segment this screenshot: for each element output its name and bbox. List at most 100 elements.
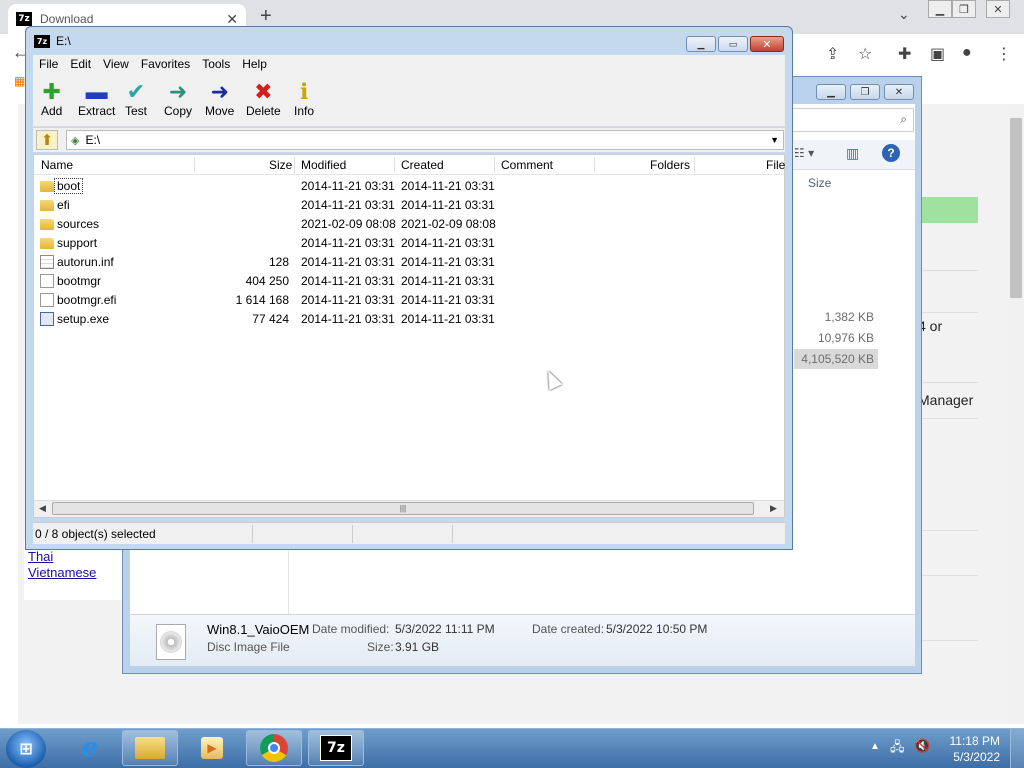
explorer-close-button[interactable]: ✕: [884, 84, 914, 100]
scroll-left-icon[interactable]: ◀: [39, 503, 46, 514]
file-name: sources: [57, 217, 100, 231]
divider: [922, 530, 978, 531]
start-button[interactable]: ⊞: [6, 730, 46, 768]
taskbar-chrome[interactable]: [246, 730, 302, 766]
column-separator[interactable]: [694, 157, 695, 173]
file-row-boot[interactable]: boot 2014-11-21 03:31 2014-11-21 03:31: [34, 177, 784, 196]
network-icon[interactable]: 🖧: [890, 738, 905, 760]
taskbar-internet-explorer[interactable]: e: [62, 730, 118, 766]
column-header-comment[interactable]: Comment: [501, 158, 553, 172]
volume-muted-icon[interactable]: 🔇: [914, 738, 930, 754]
move-button[interactable]: ➜ Move: [205, 80, 234, 119]
taskbar-file-explorer[interactable]: [122, 730, 178, 766]
menu-view[interactable]: View: [97, 55, 135, 75]
divider: [922, 418, 978, 419]
new-tab-button[interactable]: +: [260, 5, 272, 28]
add-button[interactable]: ✚ Add: [41, 79, 62, 119]
7zip-title-bar[interactable]: 7z E:\: [34, 34, 71, 48]
taskbar-7zip[interactable]: 7z: [308, 730, 364, 766]
language-link-vietnamese[interactable]: Vietnamese: [28, 565, 96, 580]
details-date-created: 5/3/2022 10:50 PM: [606, 622, 708, 636]
scroll-right-icon[interactable]: ▶: [770, 503, 777, 514]
selection-status: 0 / 8 object(s) selected: [35, 527, 156, 541]
column-header-size[interactable]: Size: [269, 158, 292, 172]
column-header-modified[interactable]: Modified: [301, 158, 346, 172]
taskbar-media-player[interactable]: ▶: [184, 730, 240, 766]
column-separator[interactable]: [294, 157, 295, 173]
file-icon: [40, 274, 54, 288]
browser-restore-button[interactable]: ❐: [952, 0, 976, 18]
tool-label: Info: [294, 104, 315, 118]
delete-button[interactable]: ✖ Delete: [246, 80, 281, 119]
column-header-name[interactable]: Name: [41, 158, 73, 172]
file-row-support[interactable]: support 2014-11-21 03:31 2014-11-21 03:3…: [34, 234, 784, 253]
horizontal-scroll-thumb[interactable]: |||: [52, 502, 754, 515]
divider: [922, 382, 978, 383]
explorer-maximize-button[interactable]: ❐: [850, 84, 880, 100]
divider: [352, 525, 353, 543]
column-header-files[interactable]: File: [766, 158, 785, 172]
file-row-bootmgr-efi[interactable]: bootmgr.efi 1 614 168 2014-11-21 03:31 2…: [34, 291, 784, 310]
file-created: 2014-11-21 03:31: [401, 179, 495, 193]
file-size: 1 614 168: [235, 293, 289, 307]
extensions-icon[interactable]: ✚: [898, 44, 911, 64]
explorer-file-size: 10,976 KB: [817, 331, 874, 345]
up-folder-icon[interactable]: ⬆: [36, 130, 58, 150]
column-separator[interactable]: [194, 157, 195, 173]
window-title: E:\: [56, 34, 71, 48]
column-header-folders[interactable]: Folders: [650, 158, 690, 172]
file-row-sources[interactable]: sources 2021-02-09 08:08 2021-02-09 08:0…: [34, 215, 784, 234]
test-button[interactable]: ✔ Test: [125, 80, 147, 119]
page-scroll-thumb[interactable]: [1010, 118, 1022, 298]
column-separator[interactable]: [594, 157, 595, 173]
7zip-maximize-button[interactable]: ▭: [718, 36, 748, 52]
side-panel-icon[interactable]: ▣: [930, 44, 945, 64]
file-created: 2014-11-21 03:31: [401, 312, 495, 326]
file-row-autorun[interactable]: autorun.inf 128 2014-11-21 03:31 2014-11…: [34, 253, 784, 272]
menu-help[interactable]: Help: [236, 55, 273, 75]
explorer-minimize-button[interactable]: ▁: [816, 84, 846, 100]
bookmark-star-icon[interactable]: ☆: [858, 44, 872, 64]
details-date-created-label: Date created:: [532, 622, 605, 636]
add-icon: ✚: [42, 79, 61, 104]
file-created: 2014-11-21 03:31: [401, 236, 495, 250]
menu-tools[interactable]: Tools: [196, 55, 236, 75]
explorer-size-column-header[interactable]: Size: [808, 176, 831, 190]
tab-search-icon[interactable]: ⌄: [898, 6, 910, 23]
apps-grid-icon[interactable]: ▦: [14, 74, 25, 88]
column-separator[interactable]: [394, 157, 395, 173]
path-dropdown-icon[interactable]: ▼: [770, 135, 779, 145]
info-button[interactable]: ℹ Info: [294, 80, 315, 119]
help-icon[interactable]: ?: [882, 144, 900, 162]
7zip-minimize-button[interactable]: ▁: [686, 36, 716, 52]
tab-favicon-icon: 7z: [16, 12, 32, 26]
share-icon[interactable]: ⇪: [826, 44, 839, 64]
language-link-thai[interactable]: Thai: [28, 549, 53, 564]
profile-icon[interactable]: ●: [962, 44, 972, 62]
browser-close-button[interactable]: ✕: [986, 0, 1010, 18]
copy-button[interactable]: ➜ Copy: [164, 80, 192, 119]
browser-minimize-button[interactable]: ▁: [928, 0, 952, 18]
taskbar-clock[interactable]: 11:18 PM 5/3/2022: [930, 733, 1000, 765]
file-size: 77 424: [252, 312, 289, 326]
file-row-bootmgr[interactable]: bootmgr 404 250 2014-11-21 03:31 2014-11…: [34, 272, 784, 291]
path-input[interactable]: ◈ E:\ ▼: [66, 130, 784, 150]
show-desktop-button[interactable]: [1010, 729, 1024, 768]
menu-edit[interactable]: Edit: [64, 55, 97, 75]
divider: [288, 540, 289, 614]
menu-file[interactable]: File: [33, 55, 64, 75]
file-row-efi[interactable]: efi 2014-11-21 03:31 2014-11-21 03:31: [34, 196, 784, 215]
file-row-setup[interactable]: setup.exe 77 424 2014-11-21 03:31 2014-1…: [34, 310, 784, 329]
file-created: 2014-11-21 03:31: [401, 274, 495, 288]
column-separator[interactable]: [494, 157, 495, 173]
extract-button[interactable]: ▬ Extract: [78, 80, 115, 119]
tray-expand-icon[interactable]: ▲: [870, 741, 880, 752]
explorer-search-input[interactable]: ⌕: [790, 108, 914, 132]
7zip-close-button[interactable]: ✕: [750, 36, 784, 52]
tab-close-icon[interactable]: ✕: [226, 11, 238, 28]
preview-pane-icon[interactable]: ▥: [846, 145, 859, 162]
menu-favorites[interactable]: Favorites: [135, 55, 196, 75]
column-header-created[interactable]: Created: [401, 158, 444, 172]
menu-kebab-icon[interactable]: ⋮: [996, 44, 1012, 64]
view-options-icon[interactable]: ☷ ▾: [794, 146, 814, 160]
